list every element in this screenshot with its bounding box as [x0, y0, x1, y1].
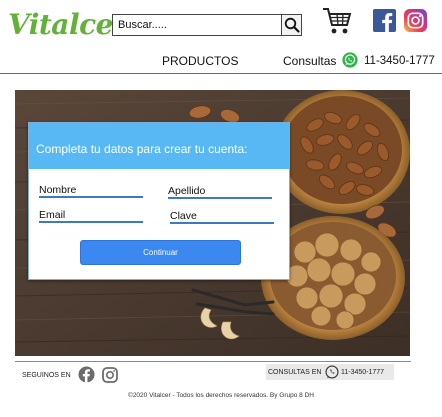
registration-form: Completa tu datos para crear tu cuenta: … [28, 122, 290, 280]
follow-us-label: SEGUINOS EN [22, 372, 71, 379]
whatsapp-icon[interactable] [342, 52, 358, 68]
search-input[interactable] [113, 15, 281, 35]
apellido-field[interactable] [168, 185, 272, 199]
form-title: Completa tu datos para crear tu cuenta: [36, 142, 248, 156]
nav-consultas-label: Consultas [283, 54, 337, 68]
consultas-footer-label: CONSULTAS EN [268, 369, 322, 376]
brand-logo[interactable]: Vitalcer [8, 8, 128, 41]
copyright-text: ©2020 Vitalcer - Todos los derechos rese… [128, 392, 314, 399]
form-header: Completa tu datos para crear tu cuenta: [29, 123, 289, 169]
magnifier-icon [284, 17, 300, 33]
footer-contact: CONSULTAS EN 11-3450-1777 [266, 364, 394, 380]
facebook-icon[interactable] [78, 366, 95, 383]
header-phone[interactable]: 11-3450-1777 [364, 55, 435, 67]
shopping-cart-icon[interactable] [322, 6, 352, 36]
nombre-field[interactable] [39, 184, 143, 198]
instagram-icon[interactable] [404, 9, 427, 32]
search-bar [112, 14, 302, 36]
footer-phone[interactable]: 11-3450-1777 [341, 369, 384, 376]
instagram-icon[interactable] [102, 367, 118, 383]
search-button[interactable] [281, 15, 301, 35]
nav-products-link[interactable]: PRODUCTOS [162, 54, 238, 68]
footer-divider [15, 361, 411, 362]
facebook-icon[interactable] [373, 9, 396, 32]
continuar-button[interactable]: Continuar [80, 240, 241, 265]
email-field[interactable] [39, 209, 143, 223]
whatsapp-icon[interactable] [325, 365, 339, 379]
clave-field[interactable] [170, 210, 274, 224]
site-header: Vitalcer Buscar..... PRODUCTOS Consultas… [0, 0, 442, 74]
